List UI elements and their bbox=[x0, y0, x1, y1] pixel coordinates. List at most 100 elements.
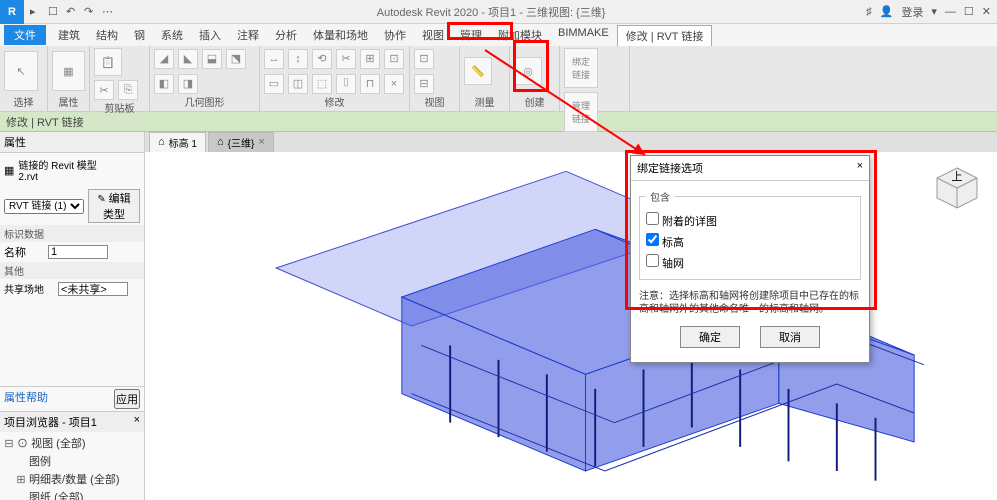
app-logo[interactable]: R bbox=[0, 0, 24, 24]
modify-icon[interactable]: ⊡ bbox=[384, 49, 404, 69]
menu-tab[interactable]: 修改 | RVT 链接 bbox=[617, 25, 713, 46]
cut-icon[interactable]: ✂ bbox=[94, 80, 114, 100]
qat-save-icon[interactable]: ☐ bbox=[48, 5, 62, 19]
qat-more-icon[interactable]: ⋯ bbox=[102, 5, 116, 19]
dialog-checkbox-row[interactable]: 轴网 bbox=[646, 258, 684, 270]
dialog-checkbox-row[interactable]: 附着的详图 bbox=[646, 216, 717, 228]
type-selector[interactable]: RVT 链接 (1) bbox=[4, 199, 84, 214]
svg-text:上: 上 bbox=[952, 170, 963, 183]
menu-tab[interactable]: 管理 bbox=[452, 25, 490, 46]
ok-button[interactable]: 确定 bbox=[680, 326, 740, 348]
geom-icon[interactable]: ⬔ bbox=[226, 49, 246, 69]
minimize-button[interactable]: — bbox=[945, 6, 956, 18]
title-right: ♯ 👤 登录 ▾ — ☐ ✕ bbox=[860, 4, 997, 20]
modify-icon[interactable]: ↔ bbox=[264, 49, 284, 69]
menu-tab[interactable]: 分析 bbox=[267, 25, 305, 46]
modify-icon[interactable]: ⟲ bbox=[312, 49, 332, 69]
edit-type-button[interactable]: ✎ 编辑类型 bbox=[88, 189, 140, 223]
menu-tab[interactable]: 建筑 bbox=[50, 25, 88, 46]
menu-tab[interactable]: 系统 bbox=[153, 25, 191, 46]
apply-button[interactable]: 应用 bbox=[114, 389, 140, 409]
close-window-button[interactable]: ✕ bbox=[982, 5, 991, 18]
tree-node[interactable]: ⊟ ⊙ 视图 (全部) bbox=[4, 434, 140, 452]
element-type-icon: ▦ bbox=[4, 164, 14, 177]
view-tab[interactable]: ⌂标高 1 bbox=[149, 132, 206, 153]
tree-node[interactable]: ⊞ 明细表/数量 (全部) bbox=[4, 470, 140, 488]
title-bar: R ▸ ☐ ↶ ↷ ⋯ Autodesk Revit 2020 - 项目1 - … bbox=[0, 0, 997, 24]
properties-title: 属性 bbox=[0, 132, 144, 153]
home-icon: ⌂ bbox=[217, 136, 224, 148]
menu-tab[interactable]: 注释 bbox=[229, 25, 267, 46]
geom-icon[interactable]: ◢ bbox=[154, 49, 174, 69]
ribbon-group-label: 剪贴板 bbox=[94, 100, 145, 115]
dialog-group-label: 包含 bbox=[646, 189, 674, 204]
login-label[interactable]: 登录 bbox=[901, 4, 923, 20]
search-icon[interactable]: ♯ bbox=[866, 6, 872, 18]
shared-site-value[interactable] bbox=[58, 282, 128, 296]
ribbon-group-label: 选择 bbox=[4, 94, 43, 109]
menu-bar: 文件 建筑结构钢系统插入注释分析体量和场地协作视图管理附加模块BIMMAKE修改… bbox=[0, 24, 997, 46]
menu-tab[interactable]: 体量和场地 bbox=[305, 25, 376, 46]
menu-tab[interactable]: BIMMAKE bbox=[550, 25, 617, 46]
bind-link-dialog: 绑定链接选项 × 包含 附着的详图 标高 轴网 注意：选择标高和轴网将创建除项目… bbox=[630, 155, 870, 363]
browser-close-icon[interactable]: × bbox=[134, 414, 140, 430]
modify-icon[interactable]: ⌷ bbox=[336, 74, 356, 94]
checkbox[interactable] bbox=[646, 233, 659, 246]
geom-icon[interactable]: ◣ bbox=[178, 49, 198, 69]
dialog-checkbox-row[interactable]: 标高 bbox=[646, 237, 684, 249]
ribbon-group-label: 视图 bbox=[414, 94, 455, 109]
tree-node[interactable]: 图例 bbox=[4, 452, 140, 470]
modify-icon[interactable]: ◫ bbox=[288, 74, 308, 94]
file-tab[interactable]: 文件 bbox=[4, 25, 46, 45]
other-section: 其他 bbox=[0, 262, 144, 279]
tab-close-icon[interactable]: × bbox=[258, 136, 264, 148]
geom-icon[interactable]: ◧ bbox=[154, 74, 174, 94]
help-dropdown-icon[interactable]: ▾ bbox=[931, 5, 937, 18]
view-tab[interactable]: ⌂{三维}× bbox=[208, 132, 274, 153]
viewcube[interactable]: 上 bbox=[933, 164, 981, 212]
modify-icon[interactable]: ⬚ bbox=[312, 74, 332, 94]
shared-site-label: 共享场地 bbox=[4, 281, 54, 296]
menu-tab[interactable]: 协作 bbox=[376, 25, 414, 46]
copy-icon[interactable]: ⎘ bbox=[118, 80, 138, 100]
dialog-close-icon[interactable]: × bbox=[857, 160, 863, 176]
modify-icon[interactable]: ✂ bbox=[336, 49, 356, 69]
modify-icon[interactable]: ⊞ bbox=[360, 49, 380, 69]
properties-help-link[interactable]: 属性帮助 bbox=[4, 389, 48, 409]
geom-icon[interactable]: ⬓ bbox=[202, 49, 222, 69]
browser-title: 项目浏览器 - 项目1 bbox=[4, 414, 97, 430]
properties-icon[interactable]: ▦ bbox=[52, 51, 85, 91]
paste-icon[interactable]: 📋 bbox=[94, 48, 122, 76]
qat-redo-icon[interactable]: ↷ bbox=[84, 5, 98, 19]
dialog-note: 注意：选择标高和轴网将创建除项目中已存在的标高和轴网外的其他命名唯一的标高和轴网… bbox=[639, 286, 861, 320]
user-icon[interactable]: 👤 bbox=[880, 5, 894, 18]
name-label: 名称 bbox=[4, 244, 44, 260]
name-input[interactable] bbox=[48, 245, 108, 259]
geom-icon[interactable]: ◨ bbox=[178, 74, 198, 94]
qat-undo-icon[interactable]: ↶ bbox=[66, 5, 80, 19]
view-icon[interactable]: ⊟ bbox=[414, 74, 434, 94]
modify-icon[interactable]: × bbox=[384, 74, 404, 94]
quick-access-toolbar: ▸ ☐ ↶ ↷ ⋯ bbox=[24, 5, 122, 19]
menu-tab[interactable]: 视图 bbox=[414, 25, 452, 46]
cancel-button[interactable]: 取消 bbox=[760, 326, 820, 348]
modify-icon[interactable]: ⊓ bbox=[360, 74, 380, 94]
maximize-button[interactable]: ☐ bbox=[964, 5, 974, 18]
qat-open-icon[interactable]: ▸ bbox=[30, 5, 44, 19]
modify-icon[interactable]: ↕ bbox=[288, 49, 308, 69]
menu-tab[interactable]: 插入 bbox=[191, 25, 229, 46]
menu-tab[interactable]: 结构 bbox=[88, 25, 126, 46]
menu-tab[interactable]: 附加模块 bbox=[490, 25, 550, 46]
tree-node[interactable]: 图纸 (全部) bbox=[4, 488, 140, 500]
home-icon: ⌂ bbox=[158, 136, 165, 148]
checkbox[interactable] bbox=[646, 254, 659, 267]
checkbox[interactable] bbox=[646, 212, 659, 225]
menu-tab[interactable]: 钢 bbox=[126, 25, 153, 46]
view-icon[interactable]: ⊡ bbox=[414, 49, 434, 69]
left-panel: 属性 ▦ 链接的 Revit 模型 2.rvt RVT 链接 (1) ✎ 编辑类… bbox=[0, 132, 145, 500]
ribbon-group-label: 属性 bbox=[52, 94, 85, 109]
element-type-label: 链接的 Revit 模型 2.rvt bbox=[18, 157, 96, 183]
modify-tool-icon[interactable]: ↖ bbox=[4, 51, 38, 91]
modify-icon[interactable]: ▭ bbox=[264, 74, 284, 94]
annotation-arrow bbox=[480, 45, 680, 165]
